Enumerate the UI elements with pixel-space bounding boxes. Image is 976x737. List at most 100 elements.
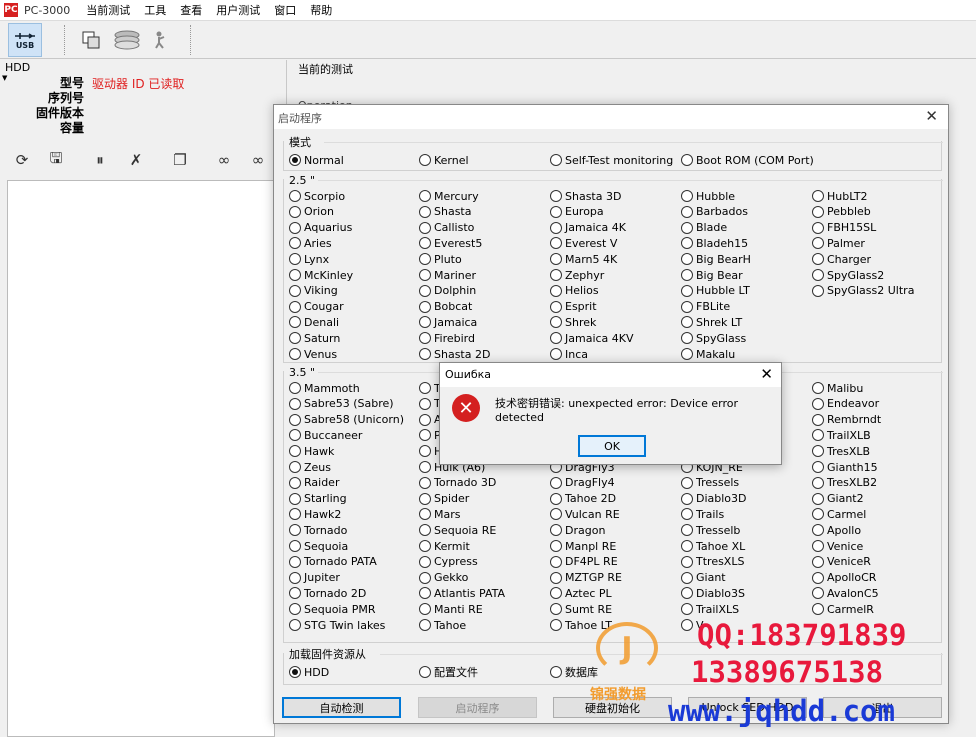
menu-current-test[interactable]: 当前测试	[86, 2, 130, 18]
drive-family-3-5-radio[interactable]: Gianth15	[812, 460, 878, 474]
drive-family-2-5-radio[interactable]: Firebird	[419, 331, 475, 345]
drive-family-3-5-radio[interactable]: Diablo3S	[681, 586, 745, 600]
drive-family-3-5-radio[interactable]: Tahoe 2D	[550, 492, 616, 506]
drive-family-3-5-radio[interactable]: Mammoth	[289, 381, 360, 395]
drive-family-2-5-radio[interactable]: Venus	[289, 347, 337, 361]
drive-family-3-5-radio[interactable]: Spider	[419, 492, 469, 506]
drive-family-3-5-radio[interactable]: Atlantis PATA	[419, 586, 505, 600]
drive-family-3-5-radio[interactable]: DF4PL RE	[550, 555, 618, 569]
drive-family-3-5-radio[interactable]: Tahoe	[419, 618, 466, 632]
drive-family-2-5-radio[interactable]: Dolphin	[419, 284, 476, 298]
drive-family-3-5-radio[interactable]: TresXLB	[812, 444, 870, 458]
drive-family-2-5-radio[interactable]: Bladeh15	[681, 236, 748, 250]
drive-family-2-5-radio[interactable]: Mercury	[419, 189, 479, 203]
menu-view[interactable]: 查看	[180, 2, 202, 18]
drive-family-2-5-radio[interactable]: Mariner	[419, 268, 476, 282]
drive-family-3-5-radio[interactable]: Tressels	[681, 476, 739, 490]
menu-window[interactable]: 窗口	[274, 2, 296, 18]
copy-windows-button[interactable]	[74, 23, 108, 57]
close-icon[interactable]: ✕	[925, 107, 938, 125]
drive-family-3-5-radio[interactable]: Hawk2	[289, 507, 341, 521]
dropdown-arrow-icon[interactable]: ▼	[2, 74, 7, 82]
mode-kernel-radio[interactable]: Kernel	[419, 153, 469, 167]
start-program-button[interactable]: 启动程序	[418, 697, 537, 718]
drive-family-3-5-radio[interactable]: Vulcan RE	[550, 507, 620, 521]
log-area[interactable]	[7, 180, 275, 737]
user-tool-button[interactable]	[144, 23, 178, 57]
drive-family-2-5-radio[interactable]: Pebbleb	[812, 205, 871, 219]
drive-family-2-5-radio[interactable]: Scorpio	[289, 189, 345, 203]
drive-family-2-5-radio[interactable]: Jamaica	[419, 315, 477, 329]
drive-family-2-5-radio[interactable]: Everest5	[419, 236, 482, 250]
drive-family-3-5-radio[interactable]: Tresselb	[681, 523, 740, 537]
drive-family-3-5-radio[interactable]: Dragon	[550, 523, 605, 537]
drive-family-3-5-radio[interactable]: Sabre53 (Sabre)	[289, 397, 394, 411]
drive-family-3-5-radio[interactable]: Tornado	[289, 523, 347, 537]
drive-family-2-5-radio[interactable]: Hubble	[681, 189, 735, 203]
drive-family-3-5-radio[interactable]: Sequoia RE	[419, 523, 496, 537]
drive-family-2-5-radio[interactable]: FBLite	[681, 300, 730, 314]
drive-family-2-5-radio[interactable]: Inca	[550, 347, 588, 361]
drive-family-3-5-radio[interactable]: Aztec PL	[550, 586, 612, 600]
drive-family-2-5-radio[interactable]: Europa	[550, 205, 604, 219]
drive-family-2-5-radio[interactable]: Orion	[289, 205, 334, 219]
drive-family-2-5-radio[interactable]: McKinley	[289, 268, 353, 282]
menu-help[interactable]: 帮助	[310, 2, 332, 18]
drive-family-3-5-radio[interactable]: STG Twin lakes	[289, 618, 385, 632]
mode-self-test-radio[interactable]: Self-Test monitoring	[550, 153, 673, 167]
drive-family-2-5-radio[interactable]: Jamaica 4K	[550, 221, 626, 235]
drive-family-2-5-radio[interactable]: Jamaica 4KV	[550, 331, 634, 345]
drive-family-3-5-radio[interactable]: Starling	[289, 492, 347, 506]
drive-family-2-5-radio[interactable]: Blade	[681, 221, 727, 235]
drive-family-2-5-radio[interactable]: Everest V	[550, 236, 617, 250]
drive-family-2-5-radio[interactable]: Bobcat	[419, 300, 472, 314]
drive-family-2-5-radio[interactable]: Shasta 3D	[550, 189, 621, 203]
drive-family-2-5-radio[interactable]: Aries	[289, 236, 332, 250]
source-database-radio[interactable]: 数据库	[550, 665, 598, 679]
menu-tools[interactable]: 工具	[144, 2, 166, 18]
drive-family-2-5-radio[interactable]: Marn5 4K	[550, 252, 617, 266]
drive-family-2-5-radio[interactable]: Makalu	[681, 347, 735, 361]
mode-normal-radio[interactable]: Normal	[289, 153, 344, 167]
drive-family-3-5-radio[interactable]: Buccaneer	[289, 428, 362, 442]
drive-family-2-5-radio[interactable]: Callisto	[419, 221, 474, 235]
find-button[interactable]: ∞	[212, 148, 236, 172]
drive-family-3-5-radio[interactable]: P	[419, 428, 441, 442]
drive-family-3-5-radio[interactable]: CarmelR	[812, 602, 874, 616]
drive-family-3-5-radio[interactable]: Tornado 3D	[419, 476, 496, 490]
drive-family-3-5-radio[interactable]: VeniceR	[812, 555, 871, 569]
drive-family-2-5-radio[interactable]: FBH15SL	[812, 221, 876, 235]
drive-family-2-5-radio[interactable]: Shasta 2D	[419, 347, 490, 361]
drive-family-3-5-radio[interactable]: Sabre58 (Unicorn)	[289, 413, 404, 427]
drive-family-3-5-radio[interactable]: Kermit	[419, 539, 470, 553]
source-config-file-radio[interactable]: 配置文件	[419, 665, 478, 679]
drive-family-3-5-radio[interactable]: Endeavor	[812, 397, 879, 411]
drive-family-2-5-radio[interactable]: HubLT2	[812, 189, 868, 203]
drive-family-3-5-radio[interactable]: Mars	[419, 507, 461, 521]
clear-log-button[interactable]: ✗	[124, 148, 148, 172]
drive-family-2-5-radio[interactable]: Shrek	[550, 315, 596, 329]
drive-family-2-5-radio[interactable]: Big Bear	[681, 268, 743, 282]
drive-family-3-5-radio[interactable]: TresXLB2	[812, 476, 877, 490]
drive-family-2-5-radio[interactable]: Charger	[812, 252, 871, 266]
drive-family-3-5-radio[interactable]: Diablo3D	[681, 492, 747, 506]
drive-family-2-5-radio[interactable]: Helios	[550, 284, 599, 298]
drive-family-2-5-radio[interactable]: Denali	[289, 315, 339, 329]
drive-family-2-5-radio[interactable]: Cougar	[289, 300, 344, 314]
drive-family-3-5-radio[interactable]: Manpl RE	[550, 539, 616, 553]
drive-family-3-5-radio[interactable]: TtresXLS	[681, 555, 744, 569]
drive-family-3-5-radio[interactable]: Zeus	[289, 460, 331, 474]
drive-family-3-5-radio[interactable]: TrailXLS	[681, 602, 739, 616]
pause-button[interactable]: ⏸	[88, 148, 112, 172]
drive-family-3-5-radio[interactable]: Gekko	[419, 571, 468, 585]
drive-family-3-5-radio[interactable]: Venice	[812, 539, 863, 553]
save-log-button[interactable]: 🖫	[44, 148, 68, 172]
drive-family-3-5-radio[interactable]: Tornado PATA	[289, 555, 377, 569]
refresh-drive-button[interactable]: ⟳	[10, 148, 34, 172]
find-next-button[interactable]: ∞	[246, 148, 270, 172]
drive-family-3-5-radio[interactable]: Tahoe LT	[550, 618, 612, 632]
drive-family-2-5-radio[interactable]: Lynx	[289, 252, 329, 266]
ok-button[interactable]: OK	[578, 435, 646, 457]
drive-family-3-5-radio[interactable]: Sequoia	[289, 539, 348, 553]
drive-family-2-5-radio[interactable]: Esprit	[550, 300, 597, 314]
